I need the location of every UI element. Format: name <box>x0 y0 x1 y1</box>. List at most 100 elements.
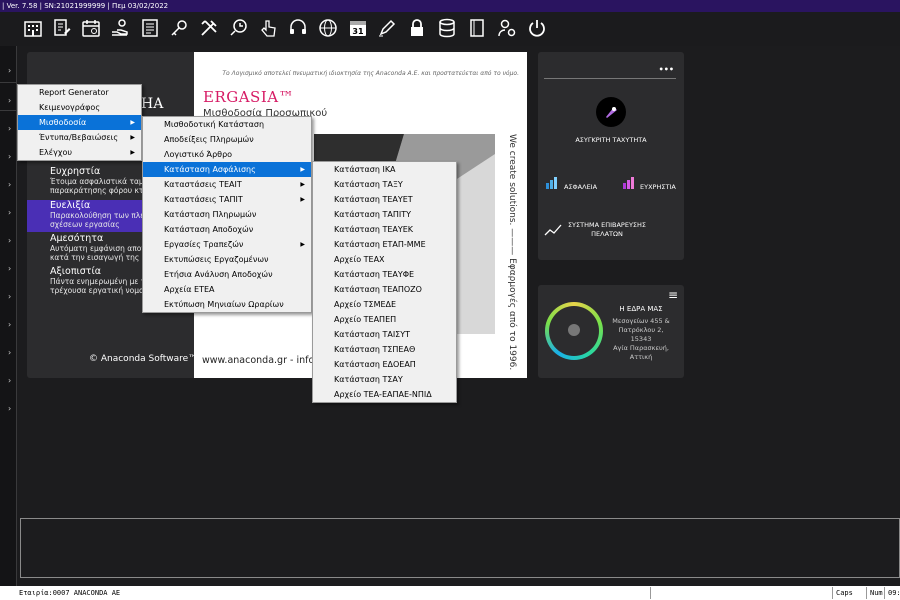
menu-item-control[interactable]: Ελέγχου ▶ <box>18 145 141 160</box>
menu-item-insurance[interactable]: Κατάσταση ΤΑΠΙΤΥ <box>313 207 456 222</box>
menu-item-employee-prints[interactable]: Εκτυπώσεις Εργαζομένων <box>143 252 311 267</box>
notebook-icon[interactable] <box>465 16 489 40</box>
menu-item-insurance[interactable]: Αρχείο ΤΕΑΠΕΠ <box>313 312 456 327</box>
sidebar-expand-icon[interactable]: › <box>8 376 11 385</box>
menu-item-insurance-statement[interactable]: Κατάσταση Ασφάλισης ▶ <box>143 162 311 177</box>
bottom-panel <box>20 518 900 578</box>
website-text: www.anaconda.gr - info@ <box>202 355 324 366</box>
database-icon[interactable] <box>435 16 459 40</box>
submenu-arrow-icon: ▶ <box>300 241 305 248</box>
usability-chart-icon <box>622 174 638 194</box>
sidebar-expand-icon[interactable]: › <box>8 208 11 217</box>
menu-item-insurance[interactable]: Κατάσταση ΕΤΑΠ-ΜΜΕ <box>313 237 456 252</box>
menu-item-insurance[interactable]: Κατάσταση ΤΣΠΕΑΘ <box>313 342 456 357</box>
calendar-icon[interactable] <box>79 16 103 40</box>
menu-item-text-editor[interactable]: Κειμενογράφος <box>18 100 141 115</box>
menu-item-insurance[interactable]: Αρχείο ΤΕΑ-ΕΑΠΑΕ-ΝΠΙΔ <box>313 387 456 402</box>
menu-item-insurance[interactable]: Κατάσταση ΤΕΑΥΦΕ <box>313 267 456 282</box>
toolbar: 31 <box>0 12 900 46</box>
company-status: Εταιρία:0007 ANACONDA AE <box>19 589 121 597</box>
sidebar-expand-icon[interactable]: › <box>8 124 11 133</box>
menu-item-insurance[interactable]: Κατάσταση ΤΑΞΥ <box>313 177 456 192</box>
sidebar-expand-icon[interactable]: › <box>8 264 11 273</box>
menu-item-etea-files[interactable]: Αρχεία ΕΤΕΑ <box>143 282 311 297</box>
menu-item-bank-tasks[interactable]: Εργασίες Τραπεζών ▶ <box>143 237 311 252</box>
slogan-vertical: We create solutions. ——— Εφαρμογές από τ… <box>507 134 517 371</box>
menu-item-report-generator[interactable]: Report Generator <box>18 85 141 100</box>
menu-item-insurance[interactable]: Αρχείο ΤΕΑΧ <box>313 252 456 267</box>
hand-coins-icon[interactable] <box>108 16 132 40</box>
security-chart-icon <box>545 174 561 194</box>
speed-label: ΑΣΥΓΚΡΙΤΗ ΤΑΧΥΤΗΤΑ <box>575 136 647 144</box>
pointer-hand-icon[interactable] <box>256 16 280 40</box>
menu-item-insurance[interactable]: Κατάσταση ΤΑΙΣΥΤ <box>313 327 456 342</box>
menu-item-accounting-entry[interactable]: Λογιστικό Άρθρο <box>143 147 311 162</box>
sidebar-expand-icon[interactable]: › <box>8 66 11 75</box>
product-title: ERGASIA™ <box>203 88 295 106</box>
sidebar-expand-icon[interactable]: › <box>8 180 11 189</box>
menu-item-earnings-statement[interactable]: Κατάσταση Αποδοχών <box>143 222 311 237</box>
menu-item-insurance[interactable]: Κατάσταση ΕΔΟΕΑΠ <box>313 357 456 372</box>
menu-item-insurance[interactable]: Κατάσταση ΤΕΑΠΟΖΟ <box>313 282 456 297</box>
tools-icon[interactable] <box>197 16 221 40</box>
timer-icon[interactable] <box>226 16 250 40</box>
building-icon[interactable] <box>21 16 45 40</box>
sidebar-expand-icon[interactable]: › <box>8 96 11 105</box>
sidebar-expand-icon[interactable]: › <box>8 320 11 329</box>
menu-item-annual-analysis[interactable]: Ετήσια Ανάλυση Αποδοχών <box>143 267 311 282</box>
submenu-arrow-icon: ▶ <box>300 166 305 173</box>
more-options-icon[interactable]: ••• <box>659 65 674 74</box>
status-bar: Εταιρία:0007 ANACONDA AE Caps Num 09: <box>0 586 900 600</box>
submenu-arrow-icon: ▶ <box>130 149 135 156</box>
power-icon[interactable] <box>525 16 549 40</box>
info-card-address: ≡ Η ΕΔΡΑ ΜΑΣ Μεσογείων 455 & Πατρόκλου 2… <box>538 285 684 378</box>
menu-item-tapit[interactable]: Καταστάσεις ΤΑΠΙΤ ▶ <box>143 192 311 207</box>
menu-item-insurance[interactable]: Κατάσταση ΤΕΑΥΕΤ <box>313 192 456 207</box>
rocket-icon <box>596 97 626 127</box>
verify-label: ΣΥΣΤΗΜΑ ΕΠΙΒΑΡΕΥΣΗΣ ΠΕΛΑΤΩΝ <box>567 221 647 238</box>
sidebar-expand-icon[interactable]: › <box>8 152 11 161</box>
info-card-features: ••• ΑΣΥΓΚΡΙΤΗ ΤΑΧΥΤΗΤΑ ΑΣΦΑΛΕΙΑ ΕΥΧΡΗΣΤΙ… <box>538 52 684 260</box>
headset-icon[interactable] <box>286 16 310 40</box>
key-icon[interactable] <box>167 16 191 40</box>
menu-item-insurance[interactable]: Κατάσταση ΙΚΑ <box>313 162 456 177</box>
hq-title: Η ΕΔΡΑ ΜΑΣ <box>619 305 663 313</box>
pen-icon[interactable] <box>375 16 399 40</box>
title-text: | Ver. 7.58 | SN:21021999999 | Πεμ 03/02… <box>2 2 169 10</box>
menu-item-payroll[interactable]: Μισθοδοσία ▶ <box>18 115 141 130</box>
sidebar-expand-icon[interactable]: › <box>8 236 11 245</box>
sidebar-expand-icon[interactable]: › <box>8 348 11 357</box>
submenu-arrow-icon: ▶ <box>300 196 305 203</box>
legal-notice: Το Λογισμικό αποτελεί πνευματική ιδιοκτη… <box>222 70 519 77</box>
globe-icon[interactable] <box>316 16 340 40</box>
register-icon[interactable] <box>138 16 162 40</box>
document-edit-icon[interactable] <box>50 16 74 40</box>
brand-partial: HA <box>141 96 164 112</box>
location-pin-icon <box>568 324 580 336</box>
main-menu: Report Generator Κειμενογράφος Μισθοδοσί… <box>17 84 142 161</box>
insurance-submenu: Κατάσταση ΙΚΑ Κατάσταση ΤΑΞΥ Κατάσταση Τ… <box>312 161 457 403</box>
menu-item-monthly-schedules[interactable]: Εκτύπωση Μηνιαίων Ωραρίων <box>143 297 311 312</box>
menu-item-insurance[interactable]: Κατάσταση ΤΕΑΥΕΚ <box>313 222 456 237</box>
menu-item-payroll-statement[interactable]: Μισθοδοτική Κατάσταση <box>143 117 311 132</box>
security-label: ΑΣΦΑΛΕΙΑ <box>564 183 598 191</box>
left-sidebar: › › › › › › › › › › › › › <box>0 46 17 593</box>
submenu-arrow-icon: ▶ <box>130 134 135 141</box>
menu-item-payment-receipts[interactable]: Αποδείξεις Πληρωμών <box>143 132 311 147</box>
submenu-arrow-icon: ▶ <box>300 181 305 188</box>
menu-item-payments-statement[interactable]: Κατάσταση Πληρωμών <box>143 207 311 222</box>
lock-icon[interactable] <box>405 16 429 40</box>
menu-item-teait[interactable]: Καταστάσεις ΤΕΑΙΤ ▶ <box>143 177 311 192</box>
menu-item-insurance[interactable]: Κατάσταση ΤΣΑΥ <box>313 372 456 387</box>
usability-label: ΕΥΧΡΗΣΤΙΑ <box>640 183 676 191</box>
status-cell-empty <box>650 587 830 599</box>
menu-item-insurance[interactable]: Αρχείο ΤΣΜΕΔΕ <box>313 297 456 312</box>
menu-item-forms[interactable]: Έντυπα/Βεβαιώσεις ▶ <box>18 130 141 145</box>
sidebar-expand-icon[interactable]: › <box>8 404 11 413</box>
copyright-text: © Anaconda Software™ <box>89 354 198 364</box>
calendar-31-icon[interactable]: 31 <box>346 16 370 40</box>
menu-icon[interactable]: ≡ <box>668 288 678 302</box>
user-settings-icon[interactable] <box>495 16 519 40</box>
sidebar-expand-icon[interactable]: › <box>8 292 11 301</box>
trend-line-icon <box>544 222 562 241</box>
